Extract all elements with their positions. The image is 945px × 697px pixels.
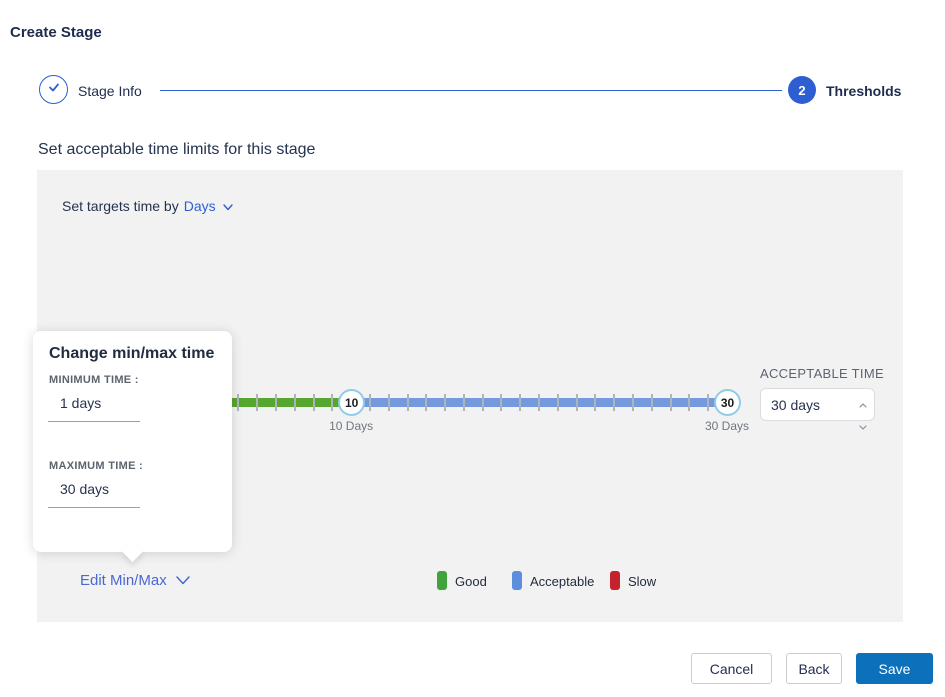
arrow-up-icon[interactable]	[859, 395, 867, 413]
slider-tick	[670, 394, 672, 411]
legend-label-slow: Slow	[628, 574, 656, 589]
slider-tick	[688, 394, 690, 411]
slider-tick	[632, 394, 634, 411]
slider-tick	[482, 394, 484, 411]
save-button[interactable]: Save	[856, 653, 933, 684]
slider-ticks	[182, 394, 729, 411]
popover-title: Change min/max time	[49, 345, 214, 363]
slider-tick	[425, 394, 427, 411]
slider-tick	[388, 394, 390, 411]
slider-tick	[313, 394, 315, 411]
legend-swatch-acceptable	[512, 571, 522, 590]
chevron-down-icon[interactable]	[221, 198, 233, 214]
arrow-down-icon[interactable]	[859, 417, 867, 435]
legend-swatch-slow	[610, 571, 620, 590]
cancel-button[interactable]: Cancel	[691, 653, 772, 684]
stepper-arrows[interactable]	[859, 395, 867, 435]
chevron-down-icon[interactable]	[176, 572, 190, 589]
slider-tick	[407, 394, 409, 411]
page-title: Create Stage	[10, 24, 102, 41]
slider-tick	[519, 394, 521, 411]
maximum-time-input[interactable]	[48, 481, 140, 508]
legend-label-acceptable: Acceptable	[530, 574, 594, 589]
slider-max-caption: 30 Days	[705, 419, 749, 433]
maximum-time-label: MAXIMUM TIME :	[49, 460, 143, 472]
slider-handle-max[interactable]: 30	[714, 389, 741, 416]
set-targets-label: Set targets time by	[62, 198, 179, 214]
back-button[interactable]: Back	[786, 653, 842, 684]
acceptable-time-field[interactable]	[760, 388, 875, 421]
section-heading: Set acceptable time limits for this stag…	[38, 141, 315, 159]
minimum-time-input[interactable]	[48, 395, 140, 422]
slider-tick	[500, 394, 502, 411]
slider-tick	[256, 394, 258, 411]
step2-circle[interactable]: 2	[788, 76, 816, 104]
slider-tick	[707, 394, 709, 411]
slider-tick	[237, 394, 239, 411]
slider-tick	[275, 394, 277, 411]
edit-minmax-link[interactable]: Edit Min/Max	[80, 572, 190, 589]
change-minmax-popover: Change min/max time MINIMUM TIME : MAXIM…	[33, 331, 232, 552]
slider-tick	[557, 394, 559, 411]
minimum-time-label: MINIMUM TIME :	[49, 374, 139, 386]
slider-handle-min[interactable]: 10	[338, 389, 365, 416]
targets-unit-dropdown[interactable]: Days	[184, 198, 216, 214]
slider-tick	[463, 394, 465, 411]
slider-tick	[444, 394, 446, 411]
slider-tick	[594, 394, 596, 411]
slider-tick	[331, 394, 333, 411]
slider-tick	[294, 394, 296, 411]
set-targets-row: Set targets time by Days	[62, 198, 233, 214]
slider-tick	[369, 394, 371, 411]
step1-circle[interactable]	[39, 75, 68, 104]
stepper-connector	[160, 90, 782, 91]
acceptable-time-input[interactable]	[761, 389, 874, 420]
slider-min-caption: 10 Days	[329, 419, 373, 433]
slider-tick	[538, 394, 540, 411]
legend-swatch-good	[437, 571, 447, 590]
step1-label[interactable]: Stage Info	[78, 83, 142, 99]
slider-tick	[613, 394, 615, 411]
edit-minmax-label[interactable]: Edit Min/Max	[80, 572, 167, 589]
acceptable-time-label: ACCEPTABLE TIME	[760, 366, 884, 381]
step2-label: Thresholds	[826, 83, 901, 99]
check-icon	[46, 79, 62, 100]
slider-tick	[651, 394, 653, 411]
slider-tick	[576, 394, 578, 411]
legend-label-good: Good	[455, 574, 487, 589]
